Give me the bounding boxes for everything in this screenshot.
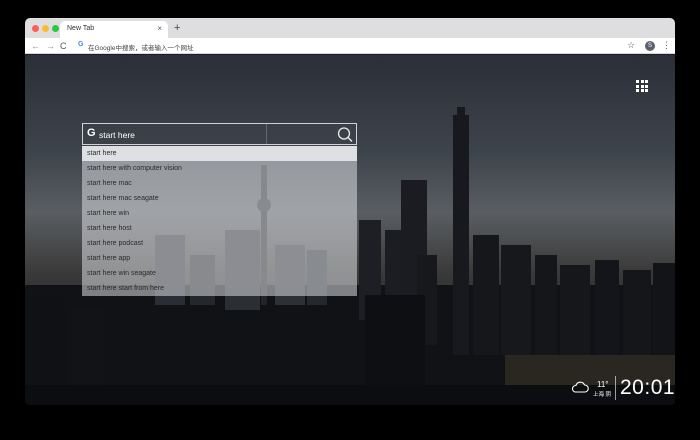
suggestion-item[interactable]: start here mac [82, 176, 357, 191]
clock-time: 20:01 [620, 376, 675, 399]
suggestion-item[interactable]: start here podcast [82, 236, 357, 251]
suggestion-item[interactable]: start here win seagate [82, 266, 357, 281]
search-box: G [82, 123, 357, 145]
tab-new-tab[interactable]: New Tab × [60, 21, 168, 38]
suggestion-item[interactable]: start here app [82, 251, 357, 266]
clock-divider [615, 376, 616, 400]
weather-location: 上海 阴 [593, 392, 612, 398]
search-divider [266, 124, 267, 144]
close-window-button[interactable] [32, 25, 39, 32]
new-tab-button[interactable]: + [174, 21, 180, 35]
search-icon[interactable] [336, 126, 354, 143]
browser-menu-icon[interactable]: ⋮ [662, 40, 671, 51]
bookmark-star-icon[interactable]: ☆ [627, 40, 635, 51]
apps-grid-icon[interactable] [636, 80, 648, 92]
search-input[interactable] [99, 127, 259, 142]
suggestion-item[interactable]: start here start from here [82, 281, 357, 296]
google-logo-icon: G [87, 127, 96, 139]
suggestion-item[interactable]: start here with computer vision [82, 161, 357, 176]
minimize-window-button[interactable] [42, 25, 49, 32]
suggestion-item[interactable]: start here mac seagate [82, 191, 357, 206]
reload-button[interactable]: C [60, 40, 67, 52]
new-tab-page: G start here start here with computer vi… [25, 55, 675, 405]
search-suggestions: start here start here with computer visi… [82, 146, 357, 296]
browser-window: New Tab × + ← → C G 在Google中搜索，或者输入一个网址 … [25, 18, 675, 405]
tab-title: New Tab [67, 25, 95, 32]
weather-temperature: 11° [597, 380, 609, 389]
cloud-icon [571, 381, 589, 393]
maximize-window-button[interactable] [52, 25, 59, 32]
google-icon: G [78, 41, 84, 48]
address-bar-placeholder: 在Google中搜索，或者输入一个网址 [88, 45, 194, 52]
suggestion-item[interactable]: start here win [82, 206, 357, 221]
title-bar: New Tab × + [25, 18, 675, 38]
browser-toolbar: ← → C G 在Google中搜索，或者输入一个网址 ☆ S ⋮ [25, 38, 675, 54]
address-bar[interactable]: G 在Google中搜索，或者输入一个网址 [73, 40, 573, 52]
back-button[interactable]: ← [31, 40, 40, 52]
suggestion-item[interactable]: start here [82, 146, 357, 161]
forward-button[interactable]: → [46, 40, 55, 52]
close-tab-icon[interactable]: × [157, 24, 162, 34]
profile-avatar[interactable]: S [645, 41, 655, 51]
suggestion-item[interactable]: start here host [82, 221, 357, 236]
